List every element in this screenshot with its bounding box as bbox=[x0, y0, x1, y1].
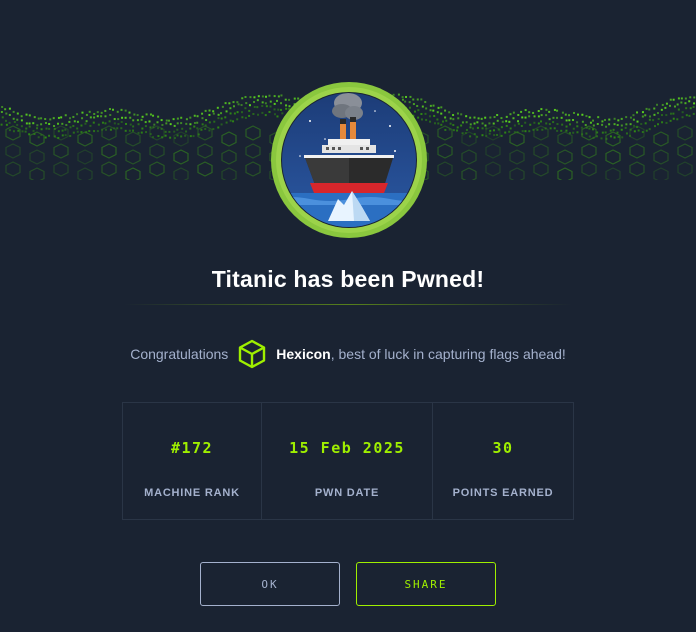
stat-label: MACHINE RANK bbox=[144, 487, 240, 499]
stat-label: POINTS EARNED bbox=[452, 487, 554, 499]
stats-panel: #172 MACHINE RANK 15 Feb 2025 PWN DATE 3… bbox=[122, 402, 574, 520]
machine-avatar bbox=[270, 81, 428, 239]
stat-label: PWN DATE bbox=[314, 487, 380, 499]
ok-button[interactable]: OK bbox=[200, 562, 340, 606]
username[interactable]: Hexicon bbox=[276, 346, 330, 362]
stat-points-earned: 30 POINTS EARNED bbox=[433, 403, 573, 519]
titanic-ship-icon bbox=[271, 82, 427, 238]
stat-value: 15 Feb 2025 bbox=[289, 439, 405, 457]
congrats-suffix: , best of luck in capturing flags ahead! bbox=[330, 346, 566, 362]
congrats-message: Congratulations Hexicon , best of luck i… bbox=[0, 338, 696, 370]
stat-pwn-date: 15 Feb 2025 PWN DATE bbox=[262, 403, 433, 519]
hexagon-cube-icon bbox=[236, 338, 268, 370]
stat-machine-rank: #172 MACHINE RANK bbox=[123, 403, 262, 519]
stat-value: #172 bbox=[170, 439, 214, 457]
pwned-dialog: Titanic has been Pwned! Congratulations … bbox=[0, 0, 696, 632]
stat-value: 30 bbox=[492, 439, 514, 457]
page-title: Titanic has been Pwned! bbox=[211, 266, 485, 292]
title-divider bbox=[124, 304, 572, 305]
congrats-prefix: Congratulations bbox=[130, 346, 229, 362]
share-button[interactable]: SHARE bbox=[356, 562, 496, 606]
